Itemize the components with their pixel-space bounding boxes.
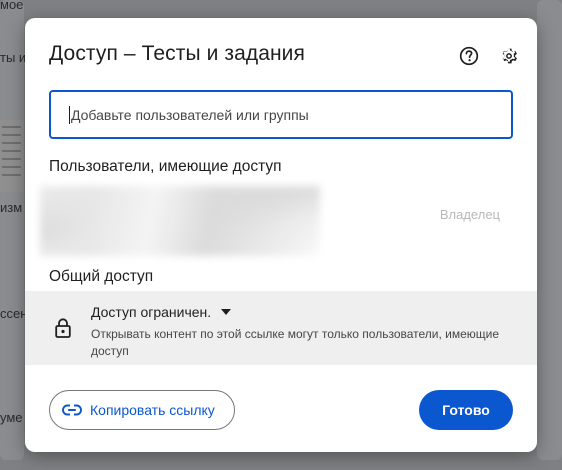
lock-icon [53, 317, 73, 339]
user-info-redacted [40, 186, 320, 256]
general-access-panel: Доступ ограничен. Открывать контент по э… [25, 291, 537, 365]
share-dialog: Доступ – Тесты и задания Пользователи, и… [25, 18, 537, 452]
users-with-access-heading: Пользователи, имеющие доступ [49, 158, 282, 175]
background-text: ссен [0, 306, 28, 321]
background-thumbnail [0, 120, 24, 192]
help-circle-icon[interactable] [457, 44, 481, 68]
background-text: мое [0, 0, 24, 12]
gear-icon[interactable] [497, 44, 521, 68]
general-access-heading: Общий доступ [49, 268, 154, 285]
add-people-field[interactable] [49, 90, 513, 139]
background-text: уме [0, 410, 23, 425]
general-access-description: Открывать контент по этой ссылке могут т… [91, 327, 500, 358]
background-card [0, 0, 24, 460]
general-access-dropdown[interactable]: Доступ ограничен. [91, 304, 232, 320]
background-card [537, 0, 562, 460]
background-text: ты и [0, 50, 27, 65]
copy-link-label: Копировать ссылку [90, 402, 215, 418]
text-caret [69, 105, 70, 124]
background-text: изм [0, 200, 23, 215]
copy-link-button[interactable]: Копировать ссылку [49, 390, 235, 430]
general-access-selected: Доступ ограничен. [91, 304, 212, 320]
dialog-title: Доступ – Тесты и задания [49, 42, 305, 65]
link-icon [62, 404, 82, 416]
owner-role-label: Владелец [439, 207, 500, 222]
dropdown-arrow-icon [221, 309, 232, 315]
add-people-input[interactable] [71, 106, 491, 123]
user-row-owner: Владелец [40, 186, 520, 258]
done-button[interactable]: Готово [419, 390, 513, 430]
